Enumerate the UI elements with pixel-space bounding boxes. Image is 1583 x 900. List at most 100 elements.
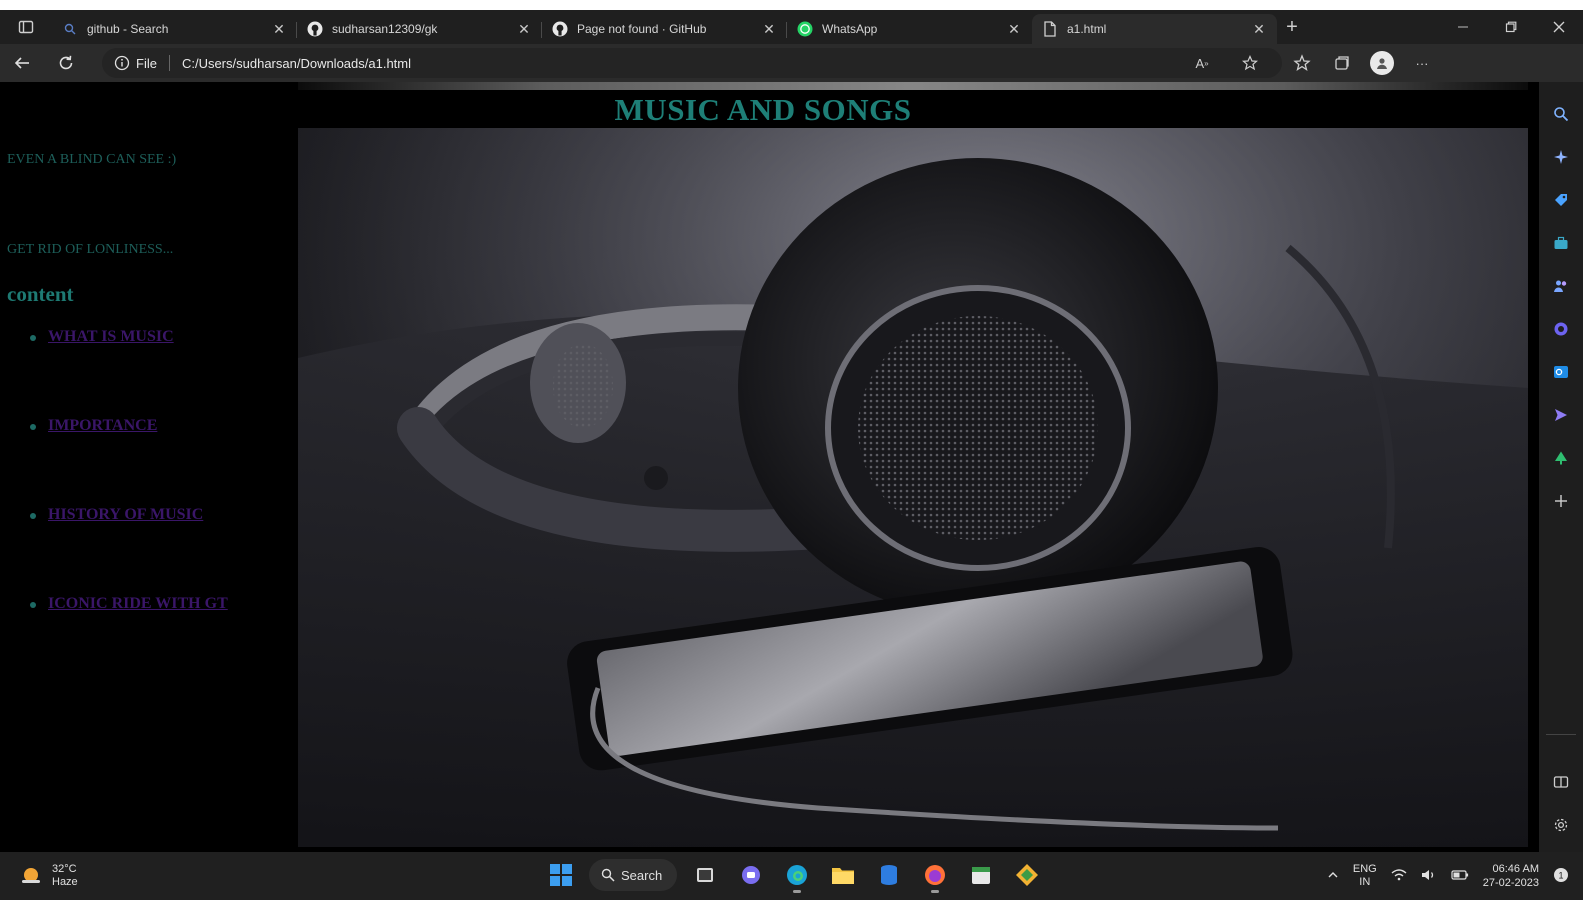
page-sidebar: EVEN A BLIND CAN SEE :) GET RID OF LONLI…	[0, 82, 298, 852]
clock-time: 06:46 AM	[1492, 863, 1539, 875]
restore-button[interactable]	[1487, 10, 1535, 44]
close-window-button[interactable]	[1535, 10, 1583, 44]
close-icon	[1553, 21, 1565, 33]
store-button[interactable]	[871, 856, 907, 894]
people-icon[interactable]	[1550, 275, 1572, 297]
file-icon	[1042, 21, 1058, 37]
tab-title: a1.html	[1067, 22, 1107, 36]
system-tray: ENG IN 06:46 AM 27-02-2023 1	[1327, 852, 1569, 900]
tab-whatsapp[interactable]: WhatsApp ✕	[787, 14, 1032, 44]
tab-github-search[interactable]: github - Search ✕	[52, 14, 297, 44]
sidebar-bottom	[1553, 774, 1569, 838]
toolbox-icon[interactable]	[1550, 232, 1572, 254]
task-view-icon	[697, 868, 713, 882]
address-bar[interactable]: File C:/Users/sudharsan/Downloads/a1.htm…	[102, 48, 1282, 78]
bullet	[30, 335, 36, 341]
nav-link-what-is-music[interactable]: WHAT IS MUSIC	[48, 328, 174, 346]
firefox-button[interactable]	[917, 856, 953, 894]
scheme-label: File	[136, 55, 157, 71]
weather-widget[interactable]: 32°C Haze	[18, 863, 138, 889]
send-icon[interactable]	[1550, 404, 1572, 426]
url-tools: A»	[1182, 44, 1270, 82]
add-icon[interactable]	[1550, 490, 1572, 512]
task-view-button[interactable]	[687, 856, 723, 894]
edge-sidebar	[1539, 82, 1583, 852]
favorites-button[interactable]	[1282, 44, 1322, 82]
chevron-up-icon[interactable]	[1327, 869, 1339, 884]
wifi-icon[interactable]	[1391, 868, 1407, 885]
clock[interactable]: 06:46 AM 27-02-2023	[1483, 862, 1539, 890]
address-divider	[168, 55, 170, 71]
start-button[interactable]	[543, 856, 579, 894]
profile-button[interactable]	[1362, 44, 1402, 82]
volume-icon[interactable]	[1421, 868, 1437, 885]
url-text: C:/Users/sudharsan/Downloads/a1.html	[181, 55, 412, 71]
content-heading: content	[7, 282, 74, 306]
github-icon	[307, 21, 323, 37]
back-button[interactable]	[0, 44, 44, 82]
restore-icon	[1505, 21, 1517, 33]
tree-icon[interactable]	[1550, 447, 1572, 469]
notification-icon[interactable]: 1	[1553, 867, 1569, 886]
list-item: IMPORTANCE	[30, 417, 228, 506]
collections-button[interactable]	[1322, 44, 1362, 82]
info-icon[interactable]	[114, 55, 130, 71]
tag-icon[interactable]	[1550, 189, 1572, 211]
region-code: IN	[1359, 876, 1371, 888]
nav-link-importance[interactable]: IMPORTANCE	[48, 417, 157, 435]
more-icon: ···	[1415, 55, 1429, 71]
add-favorite-icon[interactable]	[1230, 44, 1270, 82]
settings-menu-button[interactable]: ···	[1402, 44, 1442, 82]
circle-app-icon[interactable]	[1550, 318, 1572, 340]
calendar-icon	[972, 867, 990, 884]
tab-github-repo[interactable]: sudharsan12309/gk ✕	[297, 14, 542, 44]
tagline-2: GET RID OF LONLINESS...	[7, 242, 174, 257]
list-item: HISTORY OF MUSIC	[30, 506, 228, 595]
sparkle-icon[interactable]	[1550, 146, 1572, 168]
tab-actions-button[interactable]	[0, 10, 52, 44]
clock-date: 27-02-2023	[1482, 877, 1539, 889]
close-icon[interactable]: ✕	[1006, 21, 1022, 38]
close-icon[interactable]: ✕	[516, 21, 532, 38]
nav-link-iconic-ride[interactable]: ICONIC RIDE WITH GT	[48, 595, 228, 613]
close-icon[interactable]: ✕	[761, 21, 777, 38]
refresh-button[interactable]	[44, 44, 88, 82]
language-indicator[interactable]: ENG IN	[1353, 863, 1377, 889]
arrow-left-icon	[14, 57, 29, 69]
nav-link-history-of-music[interactable]: HISTORY OF MUSIC	[48, 506, 203, 524]
close-icon[interactable]: ✕	[1251, 21, 1267, 38]
outlook-icon[interactable]	[1550, 361, 1572, 383]
headphones-illustration	[298, 128, 1528, 847]
window-controls	[1439, 10, 1583, 44]
split-screen-icon[interactable]	[1553, 774, 1569, 795]
headphones-photo	[298, 128, 1528, 847]
refresh-icon	[59, 55, 73, 70]
calendar-button[interactable]	[963, 856, 999, 894]
tab-title: Page not found · GitHub	[577, 22, 707, 36]
firefox-icon	[925, 865, 945, 885]
edge-button[interactable]	[779, 856, 815, 894]
read-aloud-icon[interactable]: A»	[1182, 44, 1222, 82]
header-glow	[298, 82, 1528, 90]
app-diamond-button[interactable]	[1009, 856, 1045, 894]
tab-github-not-found[interactable]: Page not found · GitHub ✕	[542, 14, 787, 44]
taskbar-apps: Search	[543, 856, 1045, 894]
battery-icon[interactable]	[1451, 869, 1469, 884]
tab-title: sudharsan12309/gk	[332, 22, 438, 36]
tab-title: github - Search	[87, 22, 169, 36]
tab-a1-html[interactable]: a1.html ✕	[1032, 14, 1277, 44]
search-icon[interactable]	[1550, 103, 1572, 125]
folder-icon	[832, 868, 854, 884]
gear-icon[interactable]	[1553, 817, 1569, 838]
list-item: WHAT IS MUSIC	[30, 328, 228, 417]
collections-icon	[1335, 56, 1349, 70]
taskbar-search[interactable]: Search	[589, 859, 677, 891]
sidebar-divider	[1546, 734, 1576, 735]
minimize-button[interactable]	[1439, 10, 1487, 44]
bullet	[30, 602, 36, 608]
chat-button[interactable]	[733, 856, 769, 894]
file-explorer-button[interactable]	[825, 856, 861, 894]
close-icon[interactable]: ✕	[271, 21, 287, 38]
tagline-1: EVEN A BLIND CAN SEE :)	[7, 152, 177, 167]
new-tab-button[interactable]: +	[1277, 16, 1307, 39]
